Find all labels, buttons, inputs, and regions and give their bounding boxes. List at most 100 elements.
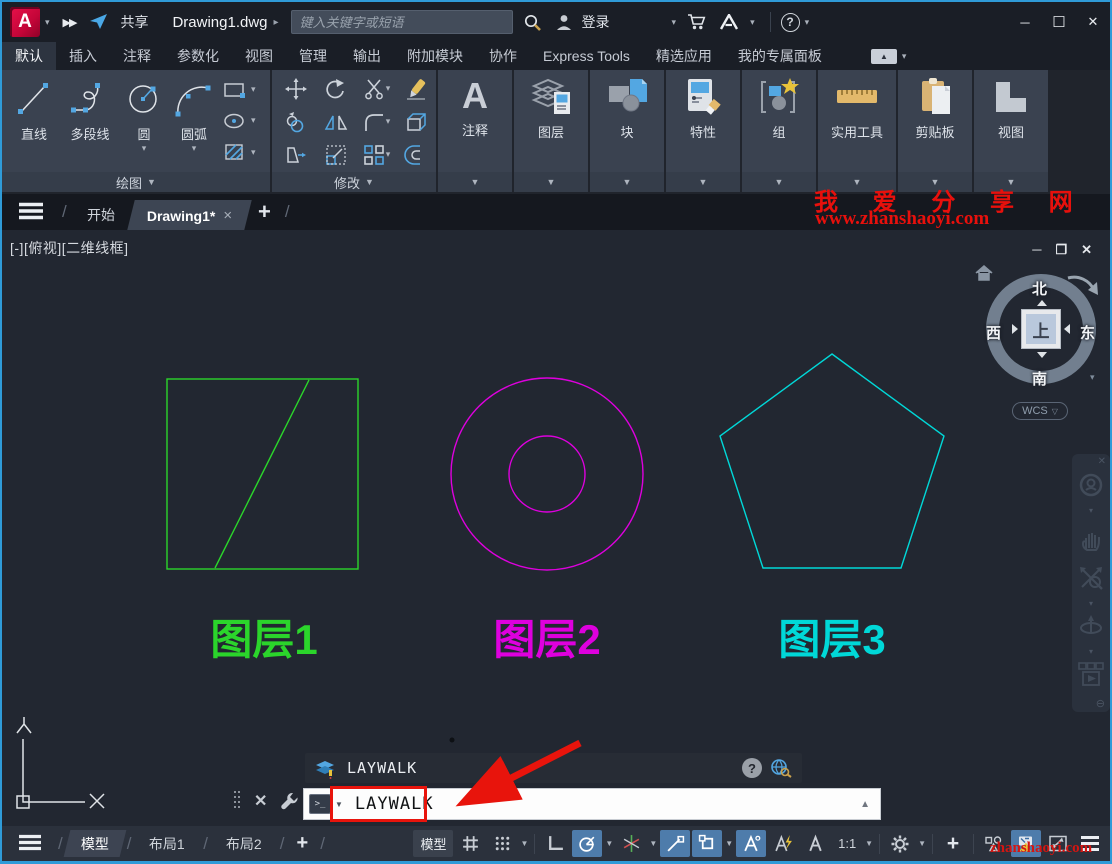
scale-dropdown-icon[interactable]: ▼ xyxy=(863,839,875,848)
erase-tool[interactable] xyxy=(404,77,428,101)
mirror-tool[interactable] xyxy=(324,110,348,134)
group-dropdown-icon[interactable]: ▼ xyxy=(775,177,784,187)
panel-block[interactable]: 块 ▼ xyxy=(590,70,664,192)
panel-utilities[interactable]: 实用工具 ▼ xyxy=(818,70,896,192)
layer1-label[interactable]: 图层1 xyxy=(210,616,317,663)
offset-tool[interactable] xyxy=(404,143,428,167)
tab-close-icon[interactable]: × xyxy=(223,207,232,224)
current-scale-value[interactable]: 1:1 xyxy=(832,830,862,857)
share-icon[interactable] xyxy=(89,13,109,31)
close-button[interactable]: ✕ xyxy=(1076,9,1110,35)
grid-toggle[interactable] xyxy=(455,830,485,857)
orbit-icon[interactable] xyxy=(1078,613,1104,642)
command-input-text[interactable]: LAYWALK xyxy=(355,794,860,814)
object-snap-toggle[interactable] xyxy=(692,830,722,857)
stretch-tool[interactable] xyxy=(284,143,308,167)
showmotion-icon[interactable] xyxy=(1077,661,1105,692)
user-icon[interactable] xyxy=(554,13,574,31)
block-dropdown-icon[interactable]: ▼ xyxy=(623,177,632,187)
rotate-tool[interactable] xyxy=(324,77,348,101)
autodesk-app-icon[interactable] xyxy=(719,14,739,31)
hatch-tool[interactable]: ▾ xyxy=(222,141,256,163)
snap-dropdown-icon[interactable]: ▼ xyxy=(518,839,530,848)
circle-dropdown-icon[interactable]: ▾ xyxy=(142,143,147,154)
ribbon-tab-express[interactable]: Express Tools xyxy=(530,44,643,68)
internet-search-icon[interactable] xyxy=(770,758,792,778)
ribbon-collapse-chevron-icon[interactable]: ▾ xyxy=(902,51,907,62)
viewcube-top-face[interactable]: 上 xyxy=(1021,309,1061,349)
customization-plus-button[interactable]: + xyxy=(938,830,968,857)
ribbon-tab-home[interactable]: 默认 xyxy=(2,42,56,70)
ortho-toggle[interactable] xyxy=(540,830,570,857)
ribbon-tab-parametric[interactable]: 参数化 xyxy=(164,42,232,70)
help-chevron-icon[interactable]: ▾ xyxy=(805,17,810,28)
explode-tool[interactable] xyxy=(404,110,428,134)
wheel-dropdown-icon[interactable]: ▾ xyxy=(1089,506,1093,515)
copy-tool[interactable] xyxy=(284,110,308,134)
panel-properties[interactable]: 特性 ▼ xyxy=(666,70,740,192)
login-label[interactable]: 登录 xyxy=(582,12,610,32)
drawing-area[interactable]: [-][俯视][二维线框] ─ ❐ ✕ 图层1 图层2 图层3 xyxy=(2,230,1110,826)
ribbon-tab-featured[interactable]: 精选应用 xyxy=(643,42,725,70)
model-space-toggle[interactable]: 模型 xyxy=(413,830,453,857)
workspace-gear-icon[interactable] xyxy=(885,830,915,857)
maximize-button[interactable]: ☐ xyxy=(1042,9,1076,35)
cart-icon[interactable] xyxy=(687,13,707,31)
panel-group[interactable]: 组 ▼ xyxy=(742,70,816,192)
command-expand-icon[interactable]: ▲ xyxy=(860,799,870,810)
new-layout-button[interactable]: + xyxy=(297,832,309,855)
ribbon-collapse-button[interactable]: ▲ xyxy=(871,49,897,64)
viewcube-rotate-icon[interactable] xyxy=(1064,268,1100,302)
arc-tool[interactable]: 圆弧 ▾ xyxy=(168,70,220,172)
drag-handle-icon[interactable] xyxy=(234,791,242,811)
properties-dropdown-icon[interactable]: ▼ xyxy=(699,177,708,187)
navbar-close-icon[interactable]: ✕ xyxy=(1098,456,1106,467)
zoom-extents-icon[interactable] xyxy=(1078,565,1104,594)
circle-tool[interactable]: 圆 ▾ xyxy=(120,70,168,172)
layers-dropdown-icon[interactable]: ▼ xyxy=(547,177,556,187)
ribbon-tab-collaborate[interactable]: 协作 xyxy=(476,42,530,70)
polar-dropdown-icon[interactable]: ▼ xyxy=(603,839,615,848)
app-logo[interactable]: A xyxy=(10,7,40,37)
command-help-icon[interactable]: ? xyxy=(742,758,762,778)
command-close-icon[interactable]: ✕ xyxy=(254,791,267,811)
new-drawing-tab-button[interactable]: + xyxy=(258,199,271,225)
ribbon-tab-output[interactable]: 输出 xyxy=(340,42,394,70)
file-tabs-menu-icon[interactable] xyxy=(18,202,44,223)
steering-wheel-icon[interactable] xyxy=(1078,472,1104,501)
rectangle-tool[interactable]: ▾ xyxy=(222,79,256,101)
ribbon-tab-custom[interactable]: 我的专属面板 xyxy=(725,42,835,70)
isodraft-toggle[interactable] xyxy=(616,830,646,857)
viewcube-south-label[interactable]: 南 xyxy=(1032,368,1047,389)
panel-annotation[interactable]: A 注释 ▼ xyxy=(438,70,512,192)
command-prompt-icon[interactable]: >_ xyxy=(309,794,331,814)
share-label[interactable]: 共享 xyxy=(120,12,148,32)
quick-access-expand-icon[interactable]: ▶▶ xyxy=(63,16,76,29)
move-tool[interactable] xyxy=(284,77,308,101)
viewcube-south-arrow-icon[interactable] xyxy=(1037,352,1047,358)
viewcube-west-arrow-icon[interactable] xyxy=(1012,324,1018,334)
ribbon-tab-view[interactable]: 视图 xyxy=(232,42,286,70)
trim-dropdown-icon[interactable]: ▾ xyxy=(386,83,391,94)
polar-tracking-toggle[interactable] xyxy=(572,830,602,857)
minimize-button[interactable]: ─ xyxy=(1008,9,1042,35)
zoom-dropdown-icon[interactable]: ▾ xyxy=(1089,599,1093,608)
cad-entities[interactable]: 图层1 图层2 图层3 xyxy=(2,230,1110,826)
viewcube-east-label[interactable]: 东 xyxy=(1080,322,1095,343)
orbit-dropdown-icon[interactable]: ▾ xyxy=(1089,647,1093,656)
annotation-scale-icon[interactable] xyxy=(800,830,830,857)
viewcube-east-arrow-icon[interactable] xyxy=(1064,324,1070,334)
layer3-label[interactable]: 图层3 xyxy=(778,616,885,663)
modify-panel-footer[interactable]: 修改▼ xyxy=(272,172,436,192)
navbar-collapse-icon[interactable]: ⊖ xyxy=(1096,697,1105,710)
arc-dropdown-icon[interactable]: ▾ xyxy=(192,143,197,154)
ribbon-tab-insert[interactable]: 插入 xyxy=(56,42,110,70)
ellipse-tool[interactable]: ▾ xyxy=(222,110,256,132)
help-icon[interactable]: ? xyxy=(781,13,800,32)
line-tool[interactable]: 直线 xyxy=(8,70,60,172)
panel-view[interactable]: 视图 ▼ xyxy=(974,70,1048,192)
file-tab-start[interactable]: 开始 xyxy=(67,200,134,230)
array-dropdown-icon[interactable]: ▾ xyxy=(386,149,391,160)
polyline-tool[interactable]: 多段线 xyxy=(60,70,120,172)
array-tool[interactable]: ▾ xyxy=(362,143,391,167)
